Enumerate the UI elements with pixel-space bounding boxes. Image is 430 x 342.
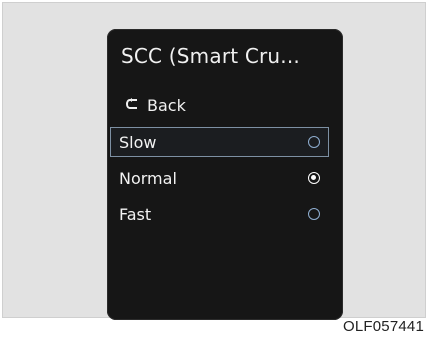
cluster-screen: SCC (Smart Cru... Back Slow Normal Fast bbox=[107, 29, 343, 320]
speed-option-list: Slow Normal Fast bbox=[110, 127, 329, 235]
back-button[interactable]: Back bbox=[123, 93, 186, 117]
back-label: Back bbox=[147, 95, 186, 115]
radio-unchecked-icon bbox=[308, 208, 320, 220]
option-label: Slow bbox=[119, 132, 157, 152]
option-normal[interactable]: Normal bbox=[110, 163, 329, 193]
option-label: Normal bbox=[119, 168, 177, 188]
back-arrow-icon bbox=[123, 98, 143, 112]
option-label: Fast bbox=[119, 204, 152, 224]
figure-caption: OLF057441 bbox=[342, 318, 424, 335]
option-fast[interactable]: Fast bbox=[110, 199, 329, 229]
radio-unchecked-icon bbox=[308, 136, 320, 148]
radio-checked-icon bbox=[308, 172, 320, 184]
option-slow[interactable]: Slow bbox=[110, 127, 329, 157]
screen-title: SCC (Smart Cru... bbox=[121, 44, 300, 68]
